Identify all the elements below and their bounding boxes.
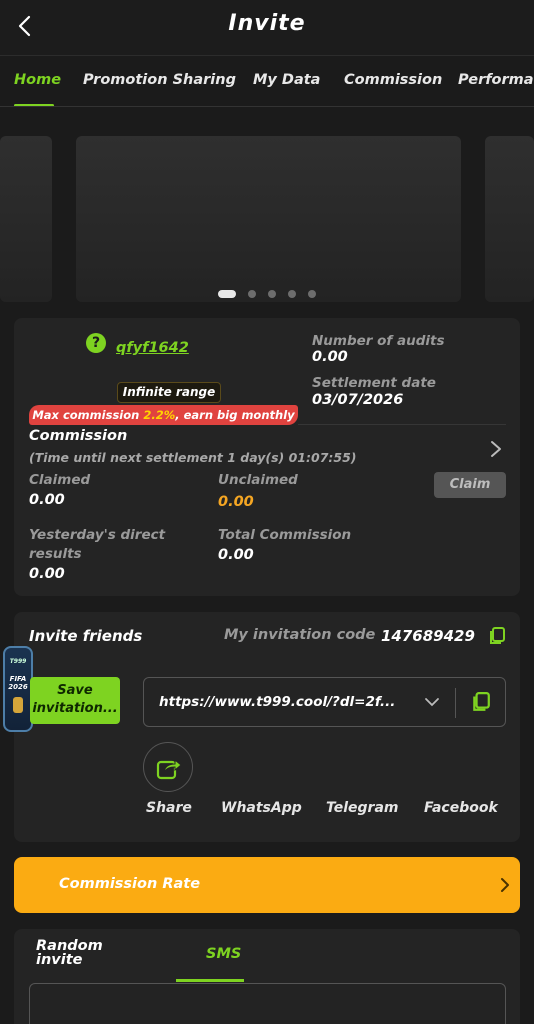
yesterday-label: Yesterday's direct (29, 527, 166, 543)
claim-button[interactable]: Claim (434, 472, 506, 498)
share-button[interactable] (143, 742, 193, 792)
share-icon (156, 758, 182, 780)
fifa-2026-float-icon[interactable]: T999 FIFA 2026 (3, 646, 33, 732)
tab-promotion-sharing[interactable]: Promotion Sharing (83, 72, 236, 88)
chevron-right-icon[interactable] (490, 440, 502, 458)
commission-rate-bar[interactable]: Commission Rate (14, 857, 520, 913)
help-question-icon[interactable]: ? (86, 333, 106, 353)
tab-my-data[interactable]: My Data (253, 72, 320, 88)
commission-title: Commission (29, 428, 128, 444)
unclaimed-value: 0.00 (218, 494, 254, 510)
audits-label: Number of audits (312, 333, 445, 349)
claimed-value: 0.00 (29, 492, 65, 508)
commission-rate-label: Commission Rate (59, 876, 201, 892)
whatsapp-label[interactable]: WhatsApp (221, 800, 302, 816)
invite-link-field[interactable]: https://www.t999.cool/?dl=2f... (143, 677, 506, 727)
random-label-2: invite (36, 952, 83, 968)
audits-value: 0.00 (312, 349, 348, 365)
active-tab-indicator (14, 104, 54, 106)
settlement-date-label: Settlement date (312, 375, 436, 391)
share-label[interactable]: Share (146, 800, 192, 816)
page-title: Invite (228, 11, 306, 36)
sms-input-area[interactable] (29, 983, 506, 1024)
carousel-dot[interactable] (248, 290, 256, 298)
promo-prefix: Max commission (32, 408, 144, 422)
tab-performance[interactable]: Performa (458, 72, 534, 88)
copy-code-icon[interactable] (489, 627, 505, 645)
field-divider (455, 688, 456, 718)
tab-home[interactable]: Home (14, 72, 61, 88)
random-label-1: Random (36, 938, 103, 954)
save-label-1: Save (57, 683, 93, 698)
yesterday-label-2: results (29, 546, 82, 562)
telegram-label[interactable]: Telegram (326, 800, 399, 816)
tab-random-invite[interactable]: Random invite (36, 938, 103, 968)
carousel-dot[interactable] (268, 290, 276, 298)
fifa-badge-top: T999 (9, 658, 27, 665)
tab-commission[interactable]: Commission (344, 72, 442, 88)
tab-sms[interactable]: SMS (206, 946, 241, 962)
promo-suffix: , earn big monthly (175, 408, 295, 422)
top-bar: Invite (0, 0, 534, 56)
invite-title: Invite friends (29, 627, 143, 645)
invitation-code-label: My invitation code (224, 627, 376, 643)
promo-banner: Max commission 2.2%, earn big monthly (29, 405, 298, 425)
total-commission-label: Total Commission (218, 527, 352, 543)
yesterday-value: 0.00 (29, 566, 65, 582)
carousel-dot-active[interactable] (218, 290, 236, 298)
total-commission-value: 0.00 (218, 547, 254, 563)
banner-prev[interactable] (0, 136, 52, 302)
sms-tab-indicator (176, 979, 244, 982)
invite-link-text: https://www.t999.cool/?dl=2f... (159, 694, 396, 710)
unclaimed-label: Unclaimed (218, 472, 298, 488)
facebook-label[interactable]: Facebook (424, 800, 498, 816)
save-label-2: invitation... (32, 701, 118, 716)
settlement-date-value: 03/07/2026 (312, 392, 404, 408)
claimed-label: Claimed (29, 472, 91, 488)
chevron-down-icon[interactable] (424, 697, 440, 707)
carousel-dot[interactable] (288, 290, 296, 298)
banner-main[interactable] (76, 136, 461, 302)
card-divider (298, 424, 506, 425)
promo-highlight: 2.2% (143, 408, 176, 422)
user-id-link[interactable]: qfyf1642 (116, 340, 189, 356)
copy-link-icon[interactable] (472, 692, 490, 712)
trophy-icon (13, 697, 23, 713)
invitation-code-value: 147689429 (381, 627, 475, 645)
tab-bar: Home Promotion Sharing My Data Commissio… (0, 57, 534, 107)
range-badge: Infinite range (117, 382, 221, 403)
fifa-badge-text: FIFA (9, 675, 27, 683)
chevron-right-icon (501, 878, 509, 892)
fifa-badge-year: 2026 (8, 683, 28, 691)
save-invitation-button[interactable]: Save invitation... (30, 677, 120, 724)
settlement-countdown: (Time until next settlement 1 day(s) 01:… (29, 450, 357, 465)
banner-next[interactable] (485, 136, 534, 302)
carousel-dot[interactable] (308, 290, 316, 298)
